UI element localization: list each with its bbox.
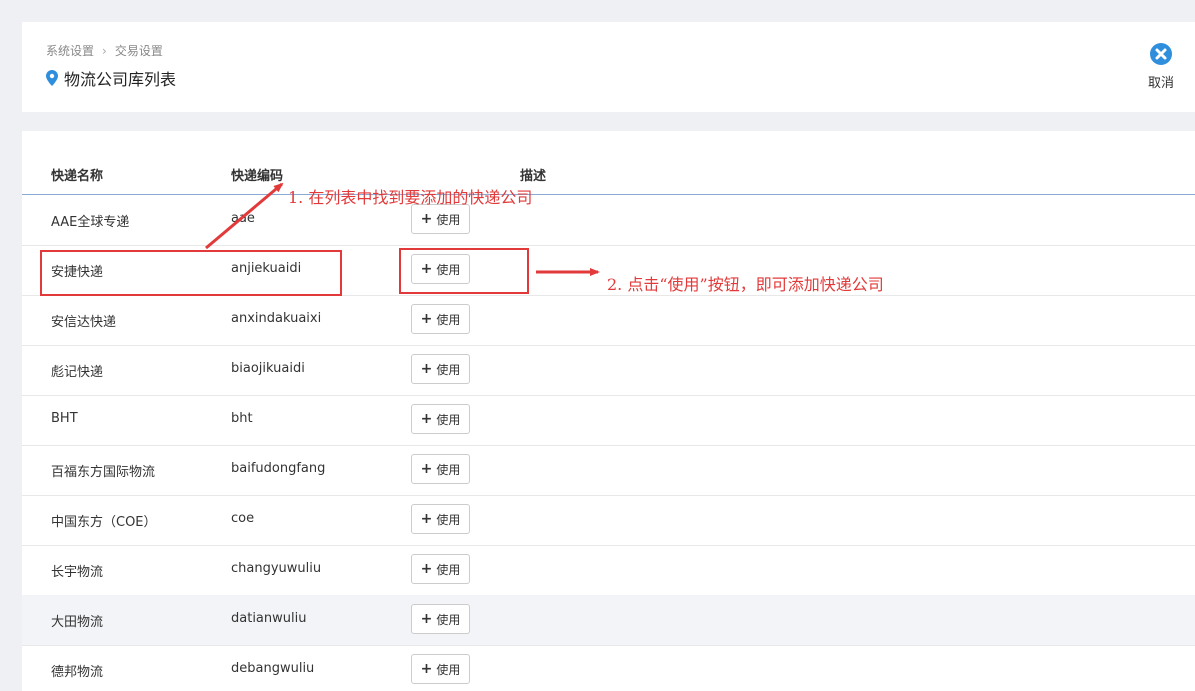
plus-icon: +	[420, 561, 433, 577]
use-button[interactable]: + 使用	[411, 354, 470, 384]
use-button[interactable]: + 使用	[411, 404, 470, 434]
courier-code: baifudongfang	[231, 461, 326, 476]
highlight-box-use-button	[399, 248, 529, 294]
column-header-name: 快递名称	[51, 169, 104, 184]
column-header-code: 快递编码	[231, 169, 284, 184]
use-button[interactable]: + 使用	[411, 654, 470, 684]
courier-name: 彪记快递	[51, 365, 104, 380]
use-button-label: 使用	[436, 512, 461, 527]
table-row: 安信达快递 anxindakuaixi + 使用	[22, 295, 1195, 346]
use-button-label: 使用	[436, 612, 461, 627]
plus-icon: +	[420, 511, 433, 527]
plus-icon: +	[420, 311, 433, 327]
page-title-text: 物流公司库列表	[64, 70, 177, 89]
use-button[interactable]: + 使用	[411, 454, 470, 484]
annotation-step2: 2. 点击“使用”按钮，即可添加快递公司	[607, 275, 884, 294]
courier-name: 大田物流	[51, 615, 104, 630]
courier-name: 德邦物流	[51, 665, 104, 680]
courier-name: BHT	[51, 411, 78, 426]
table-header: 快递名称 快递编码 描述	[22, 131, 1195, 195]
use-button[interactable]: + 使用	[411, 554, 470, 584]
courier-code: biaojikuaidi	[231, 361, 305, 376]
use-button-label: 使用	[436, 462, 461, 477]
use-button-label: 使用	[436, 362, 461, 377]
table-row: BHT bht + 使用	[22, 395, 1195, 446]
table-row: 百福东方国际物流 baifudongfang + 使用	[22, 445, 1195, 496]
cancel-label: 取消	[1147, 76, 1174, 91]
table-row: AAE全球专递 aae + 使用	[22, 195, 1195, 246]
plus-icon: +	[420, 411, 433, 427]
plus-icon: +	[420, 611, 433, 627]
use-button[interactable]: + 使用	[411, 504, 470, 534]
courier-name: 安信达快递	[51, 315, 117, 330]
courier-table: 快递名称 快递编码 描述 AAE全球专递 aae + 使用 安捷快递 anjiek…	[22, 131, 1195, 691]
column-header-description: 描述	[520, 169, 547, 184]
breadcrumb-item-system[interactable]: 系统设置	[46, 42, 94, 59]
use-button-label: 使用	[436, 562, 461, 577]
courier-code: changyuwuliu	[231, 561, 322, 576]
plus-icon: +	[420, 461, 433, 477]
page-title: 物流公司库列表	[46, 66, 176, 90]
courier-code: aae	[231, 211, 255, 226]
courier-code: bht	[231, 411, 253, 426]
header-card: 系统设置 › 交易设置 物流公司库列表 取消	[22, 22, 1195, 112]
table-row: 中国东方（COE） coe + 使用	[22, 495, 1195, 546]
table-row: 长宇物流 changyuwuliu + 使用	[22, 545, 1195, 596]
use-button-label: 使用	[436, 412, 461, 427]
courier-code: anxindakuaixi	[231, 311, 322, 326]
use-button[interactable]: + 使用	[411, 304, 470, 334]
breadcrumb-item-trade[interactable]: 交易设置	[115, 42, 163, 59]
use-button-label: 使用	[436, 312, 461, 327]
courier-name: 百福东方国际物流	[51, 465, 156, 480]
breadcrumb-separator: ›	[102, 43, 107, 58]
annotation-step1: 1. 在列表中找到要添加的快递公司	[288, 188, 533, 207]
breadcrumb: 系统设置 › 交易设置	[46, 42, 163, 59]
courier-name: 长宇物流	[51, 565, 104, 580]
use-button-label: 使用	[436, 662, 461, 677]
close-icon	[1150, 43, 1172, 65]
courier-code: coe	[231, 511, 255, 526]
table-row: 德邦物流 debangwuliu + 使用	[22, 645, 1195, 691]
location-pin-icon	[46, 70, 58, 86]
courier-code: debangwuliu	[231, 661, 315, 676]
courier-code: datianwuliu	[231, 611, 307, 626]
plus-icon: +	[420, 361, 433, 377]
plus-icon: +	[420, 661, 433, 677]
courier-name: 中国东方（COE）	[51, 515, 157, 530]
table-row: 彪记快递 biaojikuaidi + 使用	[22, 345, 1195, 396]
use-button[interactable]: + 使用	[411, 204, 470, 234]
plus-icon: +	[420, 211, 433, 227]
use-button[interactable]: + 使用	[411, 604, 470, 634]
highlight-box-courier-row	[40, 250, 342, 296]
table-row: 大田物流 datianwuliu + 使用	[22, 595, 1195, 646]
use-button-label: 使用	[436, 212, 461, 227]
cancel-button[interactable]: 取消	[1141, 42, 1181, 91]
courier-name: AAE全球专递	[51, 215, 130, 230]
